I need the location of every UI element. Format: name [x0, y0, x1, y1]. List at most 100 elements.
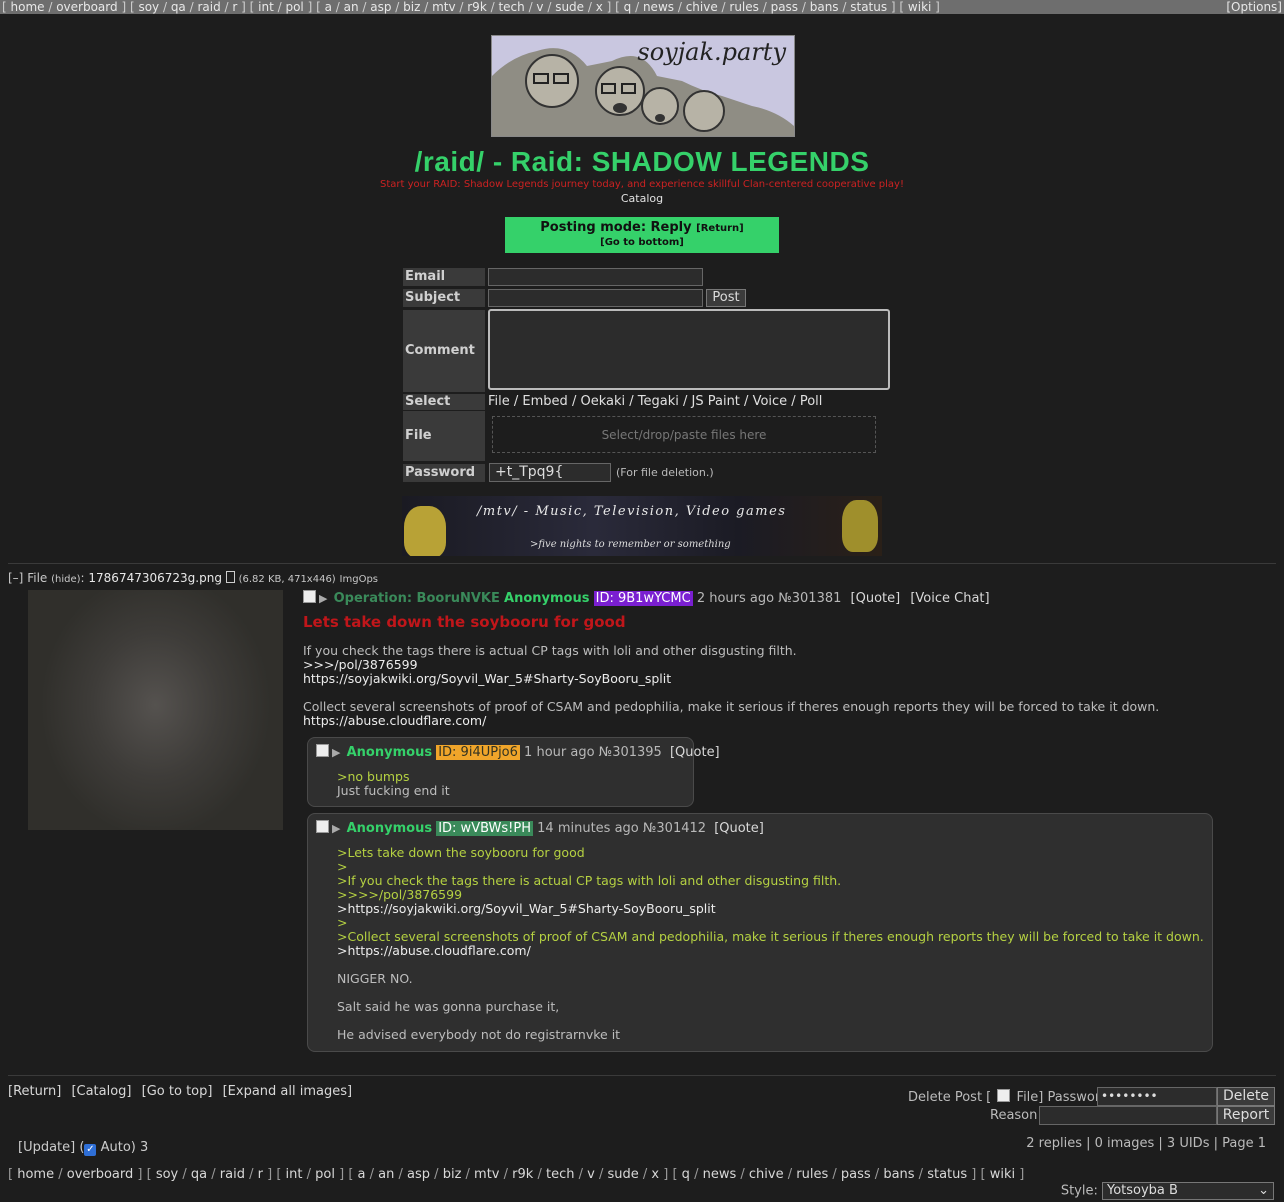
nav-link-int[interactable]: int: [286, 1167, 303, 1182]
nav-link-rules[interactable]: rules: [796, 1167, 828, 1182]
nav-link-x[interactable]: x: [596, 0, 603, 14]
nav-link-tech[interactable]: tech: [498, 0, 524, 14]
nav-link-mtv[interactable]: mtv: [474, 1167, 499, 1182]
comment-textarea[interactable]: [488, 309, 890, 390]
footer-expand-images-link[interactable]: [Expand all images]: [223, 1084, 352, 1099]
nav-link-soy[interactable]: soy: [156, 1167, 178, 1182]
nav-link-sude[interactable]: sude: [555, 0, 584, 14]
update-link[interactable]: [Update]: [18, 1140, 75, 1155]
nav-link-soy[interactable]: soy: [138, 0, 159, 14]
go-to-bottom-link[interactable]: [Go to bottom]: [600, 237, 684, 248]
op-uid-badge[interactable]: ID: 9B1wYCMC: [593, 591, 693, 606]
select-option-tegaki[interactable]: Tegaki: [638, 394, 679, 409]
nav-link-news[interactable]: news: [643, 0, 674, 14]
nav-link-int[interactable]: int: [258, 0, 274, 14]
nav-link-overboard[interactable]: overboard: [67, 1167, 134, 1182]
nav-link-wiki[interactable]: wiki: [908, 0, 931, 14]
nav-link-q[interactable]: q: [682, 1167, 690, 1182]
op-voice-chat-link[interactable]: [Voice Chat]: [910, 591, 989, 606]
catalog-link[interactable]: Catalog: [0, 192, 1284, 205]
nav-link-biz[interactable]: biz: [443, 1167, 462, 1182]
nav-link-raid[interactable]: raid: [197, 0, 220, 14]
nav-link-qa[interactable]: qa: [191, 1167, 207, 1182]
reply-greentext-link[interactable]: >https://abuse.cloudflare.com/: [337, 943, 531, 958]
select-option-poll[interactable]: Poll: [800, 394, 823, 409]
nav-link-tech[interactable]: tech: [546, 1167, 574, 1182]
op-thumbnail-image[interactable]: [28, 590, 283, 830]
password-field[interactable]: +t_Tpq9{: [489, 463, 611, 482]
nav-link-status[interactable]: status: [850, 0, 887, 14]
report-button[interactable]: Report: [1217, 1106, 1275, 1125]
post-button[interactable]: Post: [706, 289, 746, 307]
nav-link-pass[interactable]: pass: [841, 1167, 871, 1182]
nav-link-home[interactable]: home: [11, 0, 45, 14]
nav-link-chive[interactable]: chive: [749, 1167, 784, 1182]
reply-uid-badge[interactable]: ID: wVBWs!PH: [436, 821, 533, 836]
nav-link-biz[interactable]: biz: [403, 0, 420, 14]
nav-link-asp[interactable]: asp: [407, 1167, 430, 1182]
nav-link-sude[interactable]: sude: [607, 1167, 638, 1182]
style-select[interactable]: Yotsoyba B ⌄: [1102, 1182, 1274, 1200]
op-link[interactable]: https://soyjakwiki.org/Soyvil_War_5#Shar…: [303, 671, 671, 686]
nav-link-pol[interactable]: pol: [315, 1167, 335, 1182]
nav-link-x[interactable]: x: [651, 1167, 659, 1182]
subject-field[interactable]: [488, 289, 703, 307]
report-reason-field[interactable]: [1039, 1106, 1217, 1125]
reply-uid-badge[interactable]: ID: 9i4UPjo6: [436, 745, 520, 760]
reply-select-checkbox[interactable]: [316, 744, 329, 757]
op-select-checkbox[interactable]: [303, 590, 316, 603]
nav-link-pass[interactable]: pass: [771, 0, 798, 14]
delete-file-checkbox[interactable]: [997, 1089, 1011, 1102]
email-field[interactable]: [488, 268, 703, 286]
reply-greentext-link[interactable]: >https://soyjakwiki.org/Soyvil_War_5#Sha…: [337, 901, 716, 916]
op-link[interactable]: https://abuse.cloudflare.com/: [303, 713, 486, 728]
select-option-js-paint[interactable]: JS Paint: [692, 394, 740, 409]
nav-link-bans[interactable]: bans: [883, 1167, 914, 1182]
nav-link-chive[interactable]: chive: [686, 0, 718, 14]
op-quote-link[interactable]: [Quote]: [851, 591, 901, 606]
post-menu-arrow-icon[interactable]: ▶: [332, 822, 340, 835]
delete-button[interactable]: Delete: [1217, 1087, 1275, 1106]
reply-post-number[interactable]: №301395: [599, 745, 662, 760]
footer-catalog-link[interactable]: [Catalog]: [71, 1084, 131, 1099]
nav-link-asp[interactable]: asp: [370, 0, 391, 14]
delete-password-field[interactable]: ••••••••: [1097, 1087, 1217, 1106]
select-option-embed[interactable]: Embed: [522, 394, 567, 409]
file-name-link[interactable]: 1786747306723g.png: [88, 571, 222, 585]
op-backlink[interactable]: >>>/pol/3876599: [303, 657, 418, 672]
nav-link-pol[interactable]: pol: [285, 0, 303, 14]
nav-link-v[interactable]: v: [587, 1167, 595, 1182]
nav-link-r9k[interactable]: r9k: [512, 1167, 533, 1182]
select-option-file[interactable]: File: [488, 394, 510, 409]
doc-icon[interactable]: [225, 571, 235, 583]
post-menu-arrow-icon[interactable]: ▶: [319, 592, 327, 605]
nav-link-wiki[interactable]: wiki: [990, 1167, 1015, 1182]
footer-return-link[interactable]: [Return]: [8, 1084, 61, 1099]
nav-link-an[interactable]: an: [344, 0, 359, 14]
file-hide-link[interactable]: (hide): [51, 574, 80, 585]
file-dropzone[interactable]: Select/drop/paste files here: [492, 416, 876, 453]
reply-select-checkbox[interactable]: [316, 820, 329, 833]
select-option-oekaki[interactable]: Oekaki: [580, 394, 625, 409]
nav-link-mtv[interactable]: mtv: [432, 0, 456, 14]
return-link[interactable]: [Return]: [696, 223, 744, 234]
nav-link-v[interactable]: v: [536, 0, 543, 14]
select-option-voice[interactable]: Voice: [753, 394, 788, 409]
nav-link-raid[interactable]: raid: [220, 1167, 245, 1182]
site-banner[interactable]: soyjak.party: [491, 35, 795, 137]
nav-link-a[interactable]: a: [358, 1167, 366, 1182]
nav-link-overboard[interactable]: overboard: [56, 0, 117, 14]
footer-top-link[interactable]: [Go to top]: [142, 1084, 213, 1099]
imgops-link[interactable]: ImgOps: [340, 574, 378, 585]
reply-quote-link[interactable]: [Quote]: [714, 821, 764, 836]
board-ad-banner[interactable]: /mtv/ - Music, Television, Video games >…: [402, 496, 882, 556]
nav-link-status[interactable]: status: [927, 1167, 967, 1182]
auto-update-checkbox[interactable]: ✓: [84, 1144, 97, 1156]
op-post-number[interactable]: №301381: [778, 591, 841, 606]
nav-link-r9k[interactable]: r9k: [467, 0, 487, 14]
options-link[interactable]: [Options]: [1226, 0, 1282, 14]
nav-link-a[interactable]: a: [325, 0, 332, 14]
post-menu-arrow-icon[interactable]: ▶: [332, 746, 340, 759]
reply-post-number[interactable]: №301412: [643, 821, 706, 836]
reply-quote-link[interactable]: [Quote]: [670, 745, 720, 760]
